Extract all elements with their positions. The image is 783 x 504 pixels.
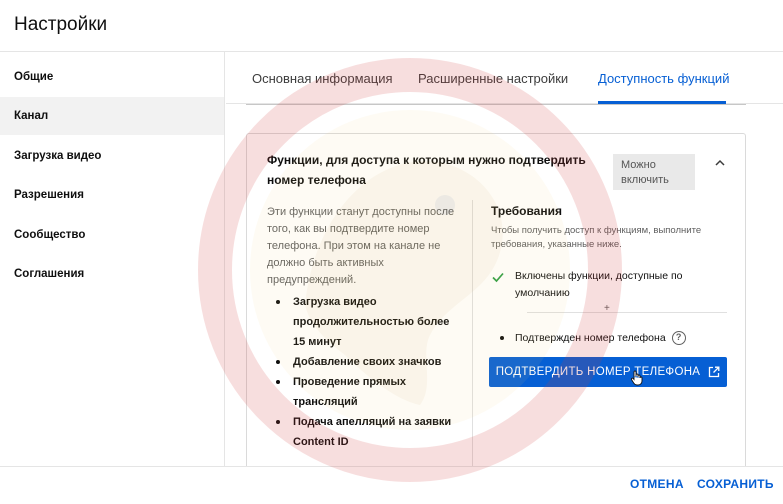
list-item: Загрузка видео продолжительностью более … bbox=[273, 292, 453, 352]
feature-label: Подача апелляций на заявки Content ID bbox=[293, 416, 452, 448]
chevron-up-icon[interactable] bbox=[713, 156, 727, 170]
verify-phone-button[interactable]: ПОДТВЕРДИТЬ НОМЕР ТЕЛЕФОНА bbox=[489, 357, 727, 387]
status-badge: Можно включить bbox=[613, 154, 695, 190]
feature-label: Добавление своих значков bbox=[293, 356, 442, 368]
sidebar-item-agreements[interactable]: Соглашения bbox=[0, 255, 224, 293]
tab-advanced-settings[interactable]: Расширенные настройки bbox=[418, 52, 568, 104]
settings-dialog: Настройки Общие Канал Загрузка видео Раз… bbox=[0, 0, 783, 504]
tab-basic-info[interactable]: Основная информация bbox=[252, 52, 393, 104]
tab-feature-eligibility[interactable]: Доступность функций bbox=[598, 52, 729, 104]
list-item: Добавление своих значков bbox=[273, 352, 453, 372]
save-button[interactable]: СОХРАНИТЬ bbox=[697, 477, 774, 491]
column-divider bbox=[472, 200, 473, 466]
list-item: Подача апелляций на заявки Content ID bbox=[273, 412, 453, 452]
requirements-title: Требования bbox=[491, 204, 562, 218]
external-link-icon bbox=[709, 366, 720, 378]
sidebar-item-channel[interactable]: Канал bbox=[0, 97, 224, 135]
footer: ОТМЕНА СОХРАНИТЬ bbox=[0, 466, 783, 504]
requirements-separator bbox=[527, 312, 727, 313]
bullet-icon bbox=[276, 300, 280, 304]
verify-phone-label: ПОДТВЕРДИТЬ НОМЕР ТЕЛЕФОНА bbox=[495, 366, 701, 378]
plus-icon: + bbox=[604, 303, 610, 314]
bullet-icon bbox=[276, 380, 280, 384]
requirement-phone-verified: Подтвержден номер телефона ? bbox=[491, 330, 731, 346]
section-divider bbox=[246, 104, 746, 105]
sidebar-item-permissions[interactable]: Разрешения bbox=[0, 176, 224, 214]
help-icon[interactable]: ? bbox=[671, 331, 686, 345]
requirement-default-features: Включены функции, доступные по умолчанию bbox=[491, 268, 731, 302]
sidebar: Общие Канал Загрузка видео Разрешения Со… bbox=[0, 52, 225, 466]
requirements-description: Чтобы получить доступ к функциям, выполн… bbox=[491, 225, 702, 250]
card-title: Функции, для доступа к которым нужно под… bbox=[267, 153, 586, 187]
bullet-icon bbox=[500, 336, 504, 340]
header: Настройки bbox=[0, 0, 783, 52]
feature-list: Загрузка видео продолжительностью более … bbox=[273, 292, 453, 452]
tab-content[interactable]: Функции, для доступа к которым нужно под… bbox=[226, 104, 783, 466]
list-item: Проведение прямых трансляций bbox=[273, 372, 453, 412]
bullet-icon bbox=[276, 360, 280, 364]
sidebar-item-general[interactable]: Общие bbox=[0, 58, 224, 96]
hand-cursor-icon bbox=[631, 370, 643, 386]
sidebar-item-upload-defaults[interactable]: Загрузка видео bbox=[0, 137, 224, 175]
feature-label: Проведение прямых трансляций bbox=[293, 376, 407, 408]
page-title: Настройки bbox=[14, 14, 108, 35]
feature-label: Загрузка видео продолжительностью более … bbox=[293, 296, 450, 348]
bullet-icon bbox=[276, 420, 280, 424]
check-icon bbox=[492, 272, 504, 283]
card-description: Эти функции станут доступны после того, … bbox=[267, 206, 455, 286]
sidebar-item-community[interactable]: Сообщество bbox=[0, 216, 224, 254]
requirement-label: Включены функции, доступные по умолчанию bbox=[515, 270, 683, 299]
requirement-label: Подтвержден номер телефона bbox=[515, 332, 666, 344]
tab-bar: Основная информация Расширенные настройк… bbox=[226, 52, 783, 104]
cancel-button[interactable]: ОТМЕНА bbox=[630, 477, 684, 491]
feature-card-phone-verification: Функции, для доступа к которым нужно под… bbox=[246, 133, 746, 466]
